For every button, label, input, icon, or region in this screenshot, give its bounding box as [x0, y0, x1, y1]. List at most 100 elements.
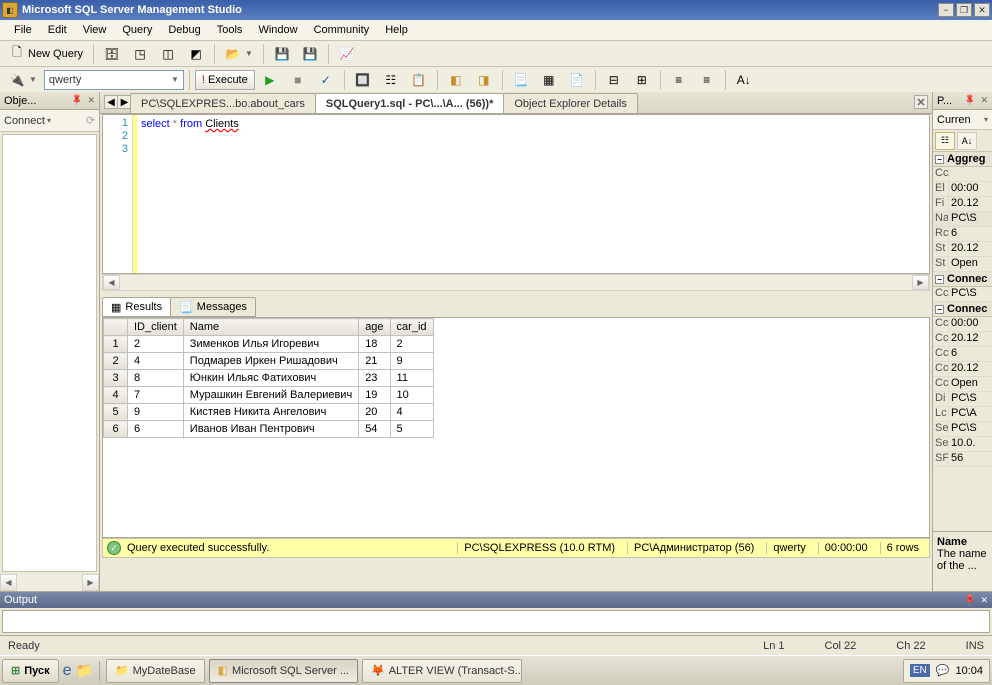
- minimize-button[interactable]: −: [938, 3, 954, 17]
- cancel-button[interactable]: ■: [285, 69, 311, 91]
- success-icon: ✓: [107, 541, 121, 555]
- output-close-icon[interactable]: ✕: [980, 595, 988, 606]
- pin-icon[interactable]: 📌: [70, 93, 86, 109]
- menu-view[interactable]: View: [75, 22, 115, 38]
- output-pin-icon[interactable]: 📌: [963, 592, 979, 608]
- prop-row: Se10.0.: [933, 437, 992, 452]
- menu-debug[interactable]: Debug: [160, 22, 208, 38]
- tab-close-button[interactable]: ✕: [914, 95, 928, 109]
- table-row[interactable]: 66Иванов Иван Пентрович545: [104, 421, 434, 438]
- menu-edit[interactable]: Edit: [40, 22, 75, 38]
- prop-section-aggregate[interactable]: −Aggreg: [933, 152, 992, 167]
- intellisense-button[interactable]: 📋: [406, 69, 432, 91]
- include-plan-button[interactable]: ◧: [443, 69, 469, 91]
- col-age[interactable]: age: [359, 319, 390, 336]
- tab-nav-left[interactable]: ◀: [104, 95, 118, 109]
- menu-community[interactable]: Community: [306, 22, 378, 38]
- close-button[interactable]: ✕: [974, 3, 990, 17]
- results-text-button[interactable]: 📃: [508, 69, 534, 91]
- results-grid[interactable]: ID_client Name age car_id 12Зименков Иль…: [102, 317, 930, 538]
- status-time: 00:00:00: [818, 542, 874, 554]
- menu-help[interactable]: Help: [377, 22, 416, 38]
- code-content[interactable]: select * from Clients: [137, 115, 929, 273]
- tab-about-cars[interactable]: PC\SQLEXPRES...bo.about_cars: [130, 93, 316, 113]
- table-row[interactable]: 24Подмарев Иркен Ришадович219: [104, 353, 434, 370]
- outdent-icon: ≡: [699, 72, 715, 88]
- execute-label: Execute: [208, 74, 248, 86]
- prop-row: El00:00: [933, 182, 992, 197]
- estimated-plan-button[interactable]: 🔲: [350, 69, 376, 91]
- cube-icon: ◳: [132, 46, 148, 62]
- table-row[interactable]: 47Мурашкин Евгений Валериевич1910: [104, 387, 434, 404]
- scroll-left-icon[interactable]: ◀: [0, 574, 17, 591]
- connect-label[interactable]: Connect: [4, 115, 45, 127]
- table-row[interactable]: 38Юнкин Ильяс Фатихович2311: [104, 370, 434, 387]
- uncomment-button[interactable]: ⊞: [629, 69, 655, 91]
- db-engine-query-button[interactable]: 🗄: [99, 43, 125, 65]
- results-file-button[interactable]: 📄: [564, 69, 590, 91]
- database-combo[interactable]: qwerty ▼: [44, 70, 184, 90]
- table-row[interactable]: 59Кистяев Никита Ангелович204: [104, 404, 434, 421]
- menu-query[interactable]: Query: [114, 22, 160, 38]
- restore-button[interactable]: ❐: [956, 3, 972, 17]
- prop-row: CcOpen: [933, 377, 992, 392]
- execute-button[interactable]: ! Execute: [195, 70, 255, 90]
- mdx-query-button[interactable]: ◫: [155, 43, 181, 65]
- query-options-button[interactable]: ☷: [378, 69, 404, 91]
- window-title: Microsoft SQL Server Management Studio: [22, 4, 938, 16]
- save-all-icon: 💾: [302, 46, 318, 62]
- tab-results[interactable]: ▦ Results: [102, 297, 171, 317]
- output-body[interactable]: [2, 610, 990, 633]
- menu-window[interactable]: Window: [250, 22, 305, 38]
- sql-editor[interactable]: 1 2 3 select * from Clients: [102, 114, 930, 274]
- col-id-client[interactable]: ID_client: [128, 319, 184, 336]
- tab-messages[interactable]: 📃 Messages: [170, 297, 256, 317]
- menu-tools[interactable]: Tools: [209, 22, 251, 38]
- categorized-button[interactable]: ☷: [935, 132, 955, 150]
- outdent-button[interactable]: ≡: [694, 69, 720, 91]
- check-icon: ✓: [318, 72, 334, 88]
- status-bar: Ready Ln 1 Col 22 Ch 22 INS: [0, 635, 992, 655]
- tab-object-explorer-details[interactable]: Object Explorer Details: [503, 93, 638, 113]
- pin-icon[interactable]: 📌: [963, 93, 979, 109]
- col-name[interactable]: Name: [183, 319, 358, 336]
- db-icon: 🗄: [104, 46, 120, 62]
- save-button[interactable]: 💾: [269, 43, 295, 65]
- prop-row: Cc20.12: [933, 332, 992, 347]
- comment-button[interactable]: ⊟: [601, 69, 627, 91]
- menu-file[interactable]: File: [6, 22, 40, 38]
- save-all-button[interactable]: 💾: [297, 43, 323, 65]
- prop-section-connection2[interactable]: −Connec: [933, 302, 992, 317]
- new-query-button[interactable]: 🗋 New Query: [4, 43, 88, 65]
- indent-button[interactable]: ≡: [666, 69, 692, 91]
- current-object-combo[interactable]: Curren▾: [933, 110, 992, 130]
- prop-section-connection[interactable]: −Connec: [933, 272, 992, 287]
- status-rows: 6 rows: [880, 542, 925, 554]
- menu-bar: File Edit View Query Debug Tools Window …: [0, 20, 992, 40]
- document-area: ◀ ▶ PC\SQLEXPRES...bo.about_cars SQLQuer…: [100, 92, 932, 591]
- debug-button[interactable]: ▶: [257, 69, 283, 91]
- indent-icon: ≡: [671, 72, 687, 88]
- tab-sqlquery1[interactable]: SQLQuery1.sql - PC\...\А... (56))*: [315, 93, 504, 113]
- parse-button[interactable]: ✓: [313, 69, 339, 91]
- editor-hscroll[interactable]: ◀▶: [102, 274, 930, 291]
- activity-monitor-button[interactable]: 📈: [334, 43, 360, 65]
- panel-close-icon[interactable]: ✕: [980, 95, 988, 106]
- dmx-query-button[interactable]: ◩: [183, 43, 209, 65]
- refresh-icon[interactable]: ⟳: [86, 114, 95, 127]
- open-button[interactable]: 📂▼: [220, 43, 258, 65]
- object-explorer-title: Obje... 📌 ✕: [0, 92, 99, 110]
- analysis-query-button[interactable]: ◳: [127, 43, 153, 65]
- scroll-right-icon[interactable]: ▶: [82, 574, 99, 591]
- alphabetical-button[interactable]: A↓: [957, 132, 977, 150]
- col-car-id[interactable]: car_id: [390, 319, 433, 336]
- windows-taskbar: ⊞ Пуск e 📁 📁 MyDateBase ◧ Microsoft SQL …: [0, 655, 992, 685]
- panel-close-icon[interactable]: ✕: [87, 95, 95, 106]
- open-icon: 📂: [225, 46, 241, 62]
- sqlcmd-button[interactable]: A↓: [731, 69, 757, 91]
- prop-row: Cc20.12: [933, 362, 992, 377]
- change-connection-button[interactable]: 🔌▼: [4, 69, 42, 91]
- client-stats-button[interactable]: ◨: [471, 69, 497, 91]
- results-grid-button[interactable]: ▦: [536, 69, 562, 91]
- table-row[interactable]: 12Зименков Илья Игоревич182: [104, 336, 434, 353]
